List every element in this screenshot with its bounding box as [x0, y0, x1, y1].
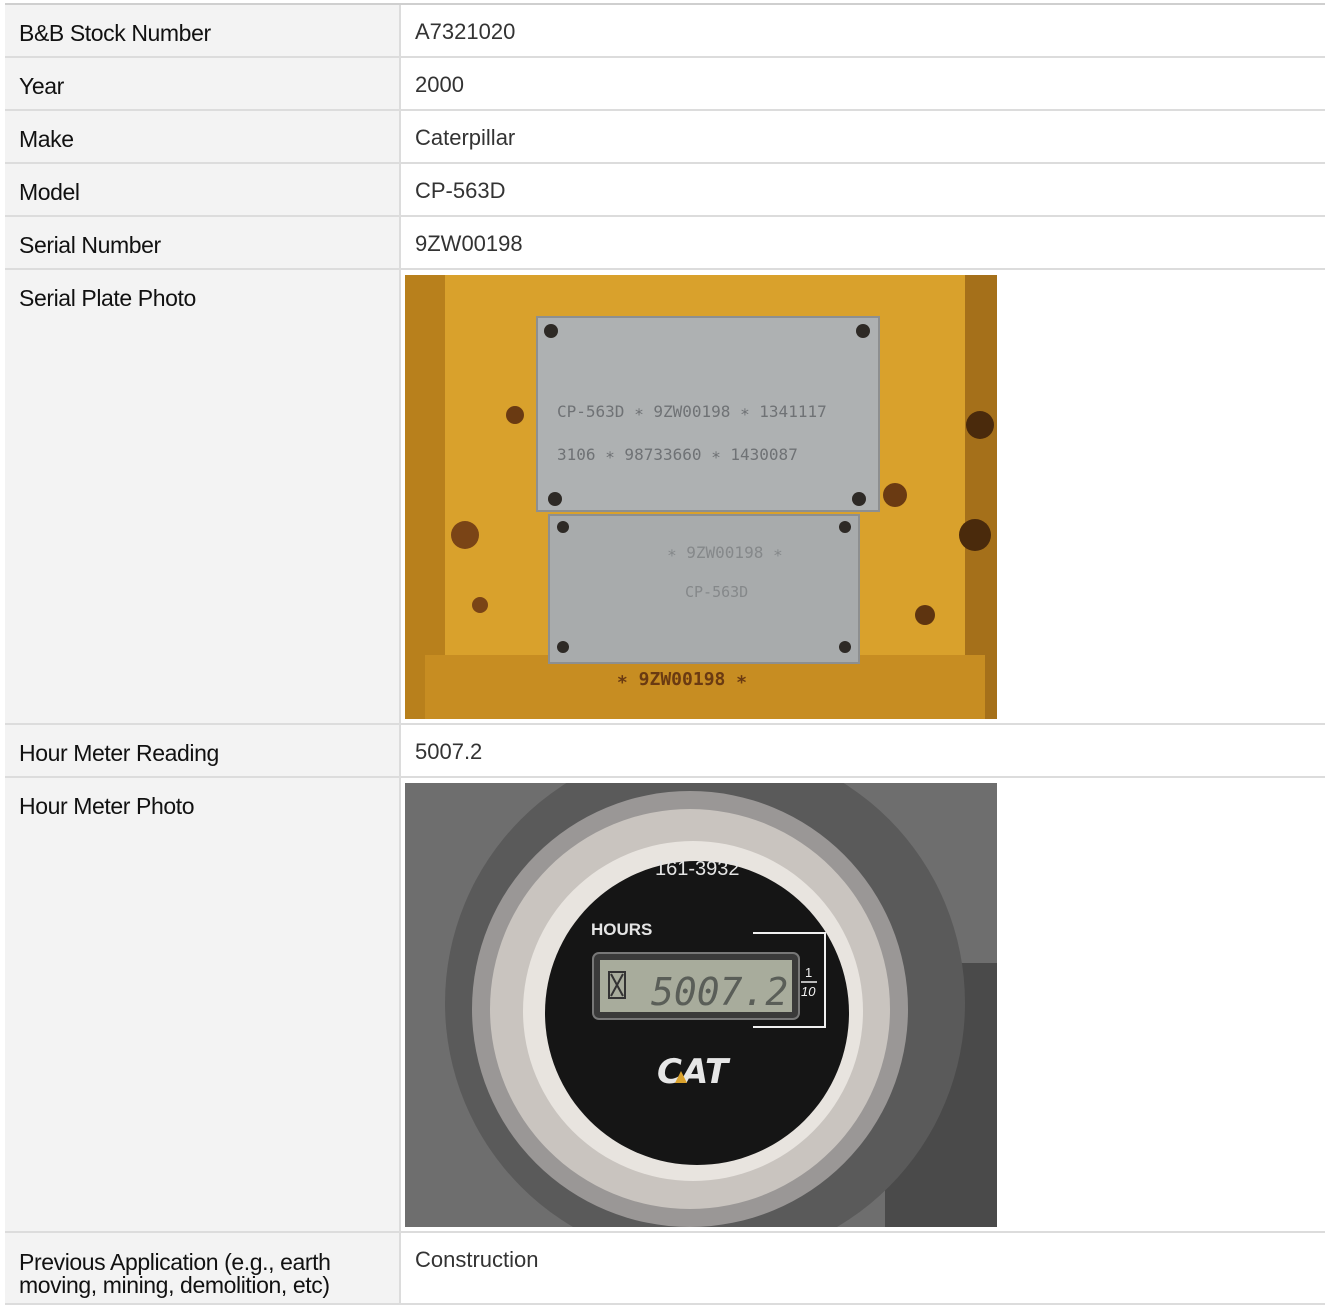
stock-number-value: A7321020 [415, 19, 516, 44]
make-label: Make [5, 111, 401, 162]
row-make: Make Caterpillar [5, 111, 1325, 164]
meter-hours-label: HOURS [591, 920, 652, 939]
plate-line-1: CP-563D ∗ 9ZW00198 ∗ 1341117 [557, 402, 827, 421]
serial-number-label: Serial Number [5, 217, 401, 268]
model-label: Model [5, 164, 401, 215]
plate-lower-serial: ∗ 9ZW00198 ∗ [667, 543, 783, 562]
equipment-spec-table: B&B Stock Number A7321020 Year 2000 Make… [5, 3, 1325, 1305]
meter-lcd-value: 5007.2 [651, 970, 788, 1014]
model-value: CP-563D [415, 178, 506, 203]
year-label: Year [5, 58, 401, 109]
row-serial-plate-photo: Serial Plate Photo CP-563D ∗ 9ZW00198 ∗ … [5, 270, 1325, 725]
year-value: 2000 [415, 72, 464, 97]
stamped-serial: ∗ 9ZW00198 ∗ [617, 669, 747, 690]
row-hour-meter-reading: Hour Meter Reading 5007.2 [5, 725, 1325, 778]
row-serial-number: Serial Number 9ZW00198 [5, 217, 1325, 270]
previous-application-label: Previous Application (e.g., earth moving… [5, 1233, 401, 1303]
plate-lower-model: CP-563D [685, 583, 748, 601]
hour-meter-reading-value: 5007.2 [415, 739, 483, 764]
make-value: Caterpillar [415, 125, 516, 150]
plate-line-2: 3106 ∗ 98733660 ∗ 1430087 [557, 445, 798, 464]
row-model: Model CP-563D [5, 164, 1325, 217]
meter-part-number: 161-3932 [655, 858, 740, 880]
cat-logo: CAT [657, 1052, 731, 1092]
serial-number-value: 9ZW00198 [415, 231, 523, 256]
hour-meter-photo[interactable]: 161-3932 HOURS 5007.2 1 10 CAT [405, 783, 997, 1227]
hour-meter-reading-label: Hour Meter Reading [5, 725, 401, 776]
stock-number-label: B&B Stock Number [5, 5, 401, 56]
row-hour-meter-photo: Hour Meter Photo 161-3932 HOURS 5007.2 1… [5, 778, 1325, 1233]
row-previous-application: Previous Application (e.g., earth moving… [5, 1233, 1325, 1305]
row-stock-number: B&B Stock Number A7321020 [5, 5, 1325, 58]
previous-application-value: Construction [415, 1247, 539, 1272]
serial-plate-photo-label: Serial Plate Photo [5, 270, 401, 723]
meter-tenths-top: 1 [805, 965, 812, 980]
serial-plate-photo[interactable]: CP-563D ∗ 9ZW00198 ∗ 1341117 3106 ∗ 9873… [405, 275, 997, 719]
meter-tenths-bottom: 10 [801, 984, 816, 999]
hour-meter-photo-label: Hour Meter Photo [5, 778, 401, 1231]
row-year: Year 2000 [5, 58, 1325, 111]
